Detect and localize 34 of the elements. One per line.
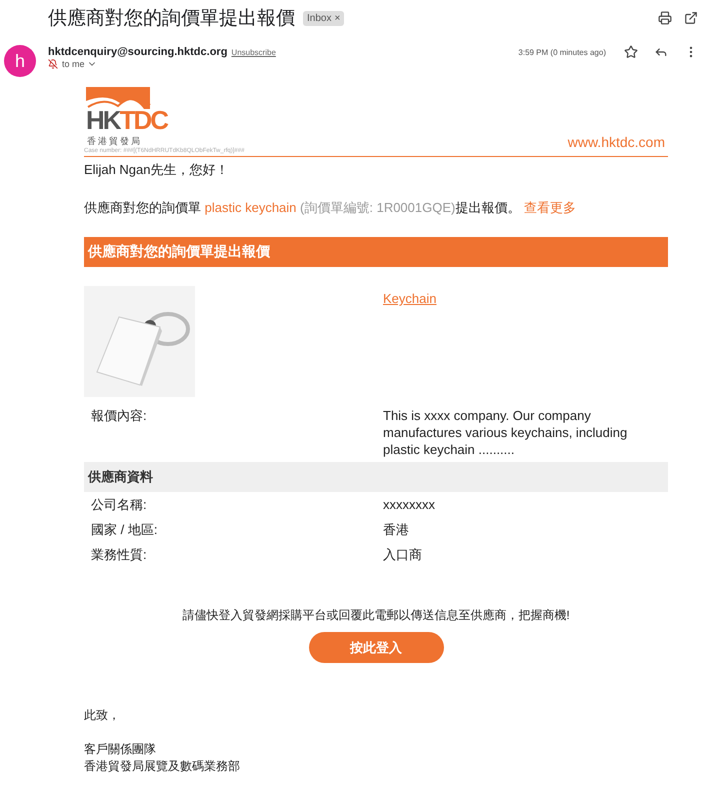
sender-avatar: h (4, 45, 36, 77)
quote-text: This is xxxx company. Our company manufactures various keychains, including plastic keychain .......... (383, 408, 628, 457)
view-more-link[interactable]: 查看更多 (524, 200, 576, 215)
field-label: 國家 / 地區: (91, 522, 158, 537)
field-value: 香港 (383, 522, 409, 537)
intro-text: 供應商對您的詢價單 plastic keychain (詢價單編號: 1R0001GQE)提出報價。 查看更多 (84, 199, 577, 217)
print-icon[interactable] (658, 11, 672, 25)
recipient-dropdown[interactable]: to me (62, 59, 97, 69)
bird-logo-icon (84, 87, 152, 109)
signature-line: 客戶關係團隊 (84, 741, 157, 758)
field-value: 入口商 (383, 547, 422, 562)
field-value: xxxxxxxx (383, 497, 435, 512)
login-button[interactable]: 按此登入 (308, 632, 444, 663)
inbox-label[interactable]: Inbox × (303, 10, 344, 26)
closing: 此致， (84, 707, 121, 724)
supplier-heading: 供應商資料 (84, 462, 668, 492)
website-link[interactable]: www.hktdc.com (568, 134, 665, 150)
external-link-icon[interactable] (684, 11, 698, 25)
logo-chinese-name: 香港貿發局 (87, 135, 143, 148)
section-banner: 供應商對您的詢價單提出報價 (84, 237, 668, 267)
quote-label: 報價內容: (91, 408, 147, 423)
field-label: 業務性質: (91, 547, 147, 562)
star-icon[interactable] (624, 45, 638, 59)
sender-email: hktdcenquiry@sourcing.hktdc.org (48, 46, 228, 58)
unsubscribe-link[interactable]: Unsubscribe (231, 48, 276, 56)
product-link[interactable]: Keychain (383, 291, 436, 306)
signature-line: 香港貿發局展覽及數碼業務部 (84, 758, 241, 775)
logo-wordmark: HKTDC (86, 105, 168, 135)
email-time: 3:59 PM (0 minutes ago) (518, 48, 606, 56)
login-prompt: 請儘快登入貿發網採購平台或回覆此電郵以傳送信息至供應商，把握商機! (182, 607, 570, 624)
greeting: Elijah Ngan先生，您好！ (84, 161, 230, 179)
muted-bell-icon (48, 59, 58, 69)
email-subject: 供應商對您的詢價單提出報價 (48, 6, 295, 31)
field-label: 公司名稱: (91, 497, 147, 512)
